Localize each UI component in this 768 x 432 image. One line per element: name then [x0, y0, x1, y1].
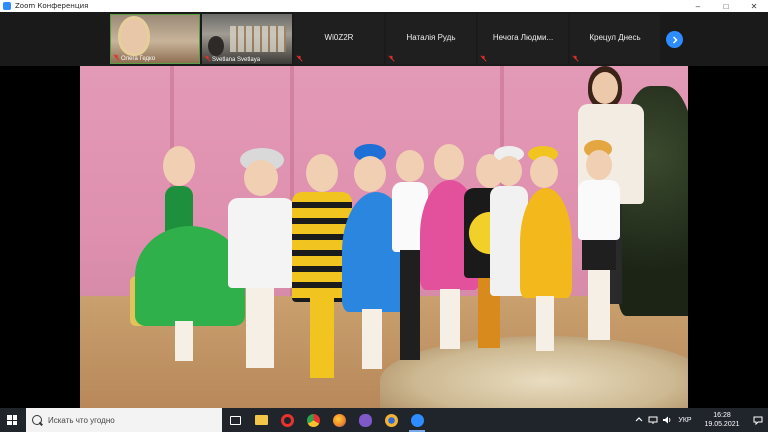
start-button[interactable]	[0, 408, 24, 432]
chrome-button[interactable]	[300, 408, 326, 432]
next-page-button[interactable]	[666, 31, 683, 48]
opera-icon	[280, 413, 294, 427]
viber-button[interactable]	[352, 408, 378, 432]
speaker-icon	[663, 416, 671, 424]
participant-tile[interactable]: Нечога Людми...	[478, 14, 568, 64]
firefox-button[interactable]	[326, 408, 352, 432]
mic-muted-icon	[296, 55, 303, 62]
zoom-taskbar-button[interactable]	[404, 408, 430, 432]
participant-tile[interactable]: Крецул Днесь	[570, 14, 660, 64]
search-placeholder: Искать что угодно	[48, 415, 115, 425]
window-controls: – □ ✕	[684, 0, 768, 12]
clock-date: 19.05.2021	[704, 421, 740, 428]
action-center-button[interactable]	[748, 408, 768, 432]
input-language-indicator[interactable]: УКР	[674, 417, 696, 424]
show-hidden-icons-button[interactable]	[632, 416, 646, 424]
participant-tile[interactable]: Wi0Z2R	[294, 14, 384, 64]
mic-muted-icon	[572, 55, 579, 62]
system-tray: УКР 16:28 19.05.2021	[632, 408, 768, 432]
close-button[interactable]: ✕	[740, 0, 768, 12]
mic-muted-icon	[113, 54, 120, 61]
participant-tile[interactable]: Svetlana Svetlaya	[202, 14, 292, 64]
zoom-app-icon	[3, 2, 11, 10]
volume-button[interactable]	[660, 408, 674, 432]
window-title: Zoom Конференция	[15, 2, 89, 10]
network-icon	[648, 416, 658, 424]
clock-time: 16:28	[713, 412, 731, 419]
participant-name: Wi0Z2R	[324, 33, 354, 42]
window-titlebar: Zoom Конференция – □ ✕	[0, 0, 768, 12]
participant-name: Крецул Днесь	[589, 33, 641, 42]
participant-tile[interactable]: Олега Гедко	[110, 14, 200, 64]
participant-video-face	[208, 36, 224, 56]
windows-logo-icon	[7, 415, 17, 425]
chrome-icon	[306, 413, 320, 427]
yandex-browser-button[interactable]	[378, 408, 404, 432]
notification-icon	[753, 416, 763, 425]
mic-muted-icon	[388, 55, 395, 62]
participant-name: Наталія Рудь	[406, 33, 456, 42]
participant-name: Svetlana Svetlaya	[212, 57, 261, 63]
active-speaker-video[interactable]	[80, 66, 688, 408]
maximize-button[interactable]: □	[712, 0, 740, 12]
opera-button[interactable]	[274, 408, 300, 432]
viber-icon	[358, 413, 372, 427]
participant-name: Нечога Людми...	[492, 33, 554, 42]
zoom-icon	[410, 413, 424, 427]
participants-gallery-strip: Олега Гедко Svetlana Svetlaya Wi0Z2R Нат…	[0, 12, 768, 66]
file-explorer-button[interactable]	[248, 408, 274, 432]
task-view-button[interactable]	[222, 408, 248, 432]
yandex-browser-icon	[384, 413, 398, 427]
search-icon	[32, 415, 42, 425]
participant-tile[interactable]: Наталія Рудь	[386, 14, 476, 64]
taskbar-search-box[interactable]: Искать что угодно	[26, 408, 222, 432]
participant-video-face	[121, 19, 147, 53]
firefox-icon	[332, 413, 346, 427]
participant-name: Олега Гедко	[121, 56, 156, 62]
task-view-icon	[229, 415, 241, 425]
file-explorer-icon	[254, 415, 268, 425]
minimize-button[interactable]: –	[684, 0, 712, 12]
chevron-right-icon	[672, 35, 678, 44]
chevron-up-icon	[635, 417, 643, 422]
taskbar-clock[interactable]: 16:28 19.05.2021	[696, 411, 748, 429]
active-speaker-area	[0, 66, 768, 408]
mic-muted-icon	[204, 55, 211, 62]
windows-taskbar: Искать что угодно УКР 16:28 19.05.2021	[0, 408, 768, 432]
mic-muted-icon	[480, 55, 487, 62]
network-button[interactable]	[646, 408, 660, 432]
participant-video-background	[230, 26, 286, 52]
teacher-head	[592, 72, 618, 104]
